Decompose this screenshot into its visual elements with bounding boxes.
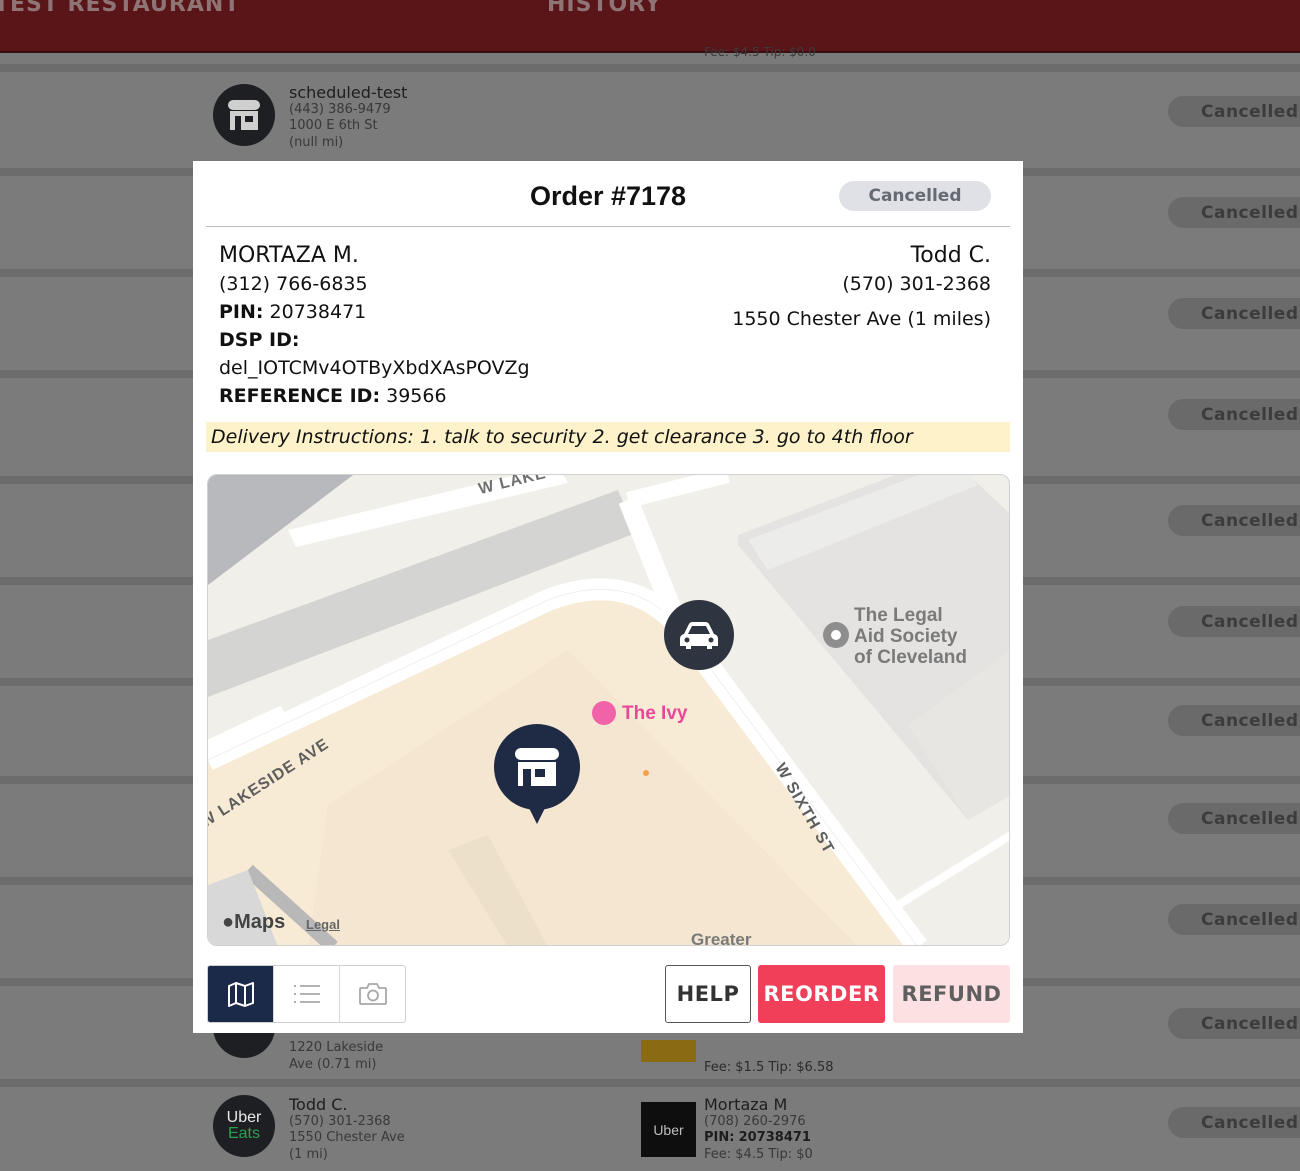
status-badge: Cancelled [1168, 298, 1300, 329]
uber-eats-logo: Uber Eats [213, 1095, 275, 1157]
provider-logo [641, 1040, 696, 1062]
driver-details: Mortaza M (708) 260-2976 PIN: 20738471 F… [704, 1095, 813, 1162]
store-marker-icon[interactable] [494, 724, 580, 824]
restaurant-title: TEST RESTAURANT [0, 0, 241, 17]
status-badge: Cancelled [1168, 1008, 1300, 1039]
map-label: Greater [691, 930, 752, 946]
dsp-id: del_IOTCMv4OTByXbdXAsPOVZg [219, 357, 530, 379]
dsp-id-label: DSP ID: [219, 329, 300, 351]
top-bar: TEST RESTAURANT HISTORY [0, 0, 1300, 53]
reference-id: REFERENCE ID: 39566 [219, 385, 447, 407]
status-badge: Cancelled [1168, 705, 1300, 736]
order-status-badge: Cancelled [839, 181, 991, 211]
camera-icon[interactable] [340, 966, 405, 1022]
customer-info: MORTAZA M. (312) 766-6835 PIN: 20738471 … [219, 242, 530, 410]
map-view[interactable]: W LAKE W LAKESIDE AVE W SIXTH ST The Ivy… [207, 474, 1010, 946]
status-badge: Cancelled [1168, 904, 1300, 935]
customer-phone[interactable]: (312) 766-6835 [219, 270, 530, 298]
status-badge: Cancelled [1168, 197, 1300, 228]
list-item-details: scheduled-test (443) 386-9479 1000 E 6th… [289, 83, 408, 150]
delivery-instructions: Delivery Instructions: 1. talk to securi… [206, 422, 1010, 452]
maps-logo: ●Maps [222, 911, 286, 933]
status-badge: Cancelled [1168, 1107, 1300, 1138]
divider [206, 226, 1010, 227]
list-item-details: 1220 Lakeside Ave (0.71 mi) [289, 1040, 384, 1072]
poi-label: The Ivy [622, 703, 688, 724]
status-badge: Cancelled [1168, 803, 1300, 834]
car-icon[interactable] [664, 600, 734, 670]
fees-text: Fee: $1.5 Tip: $6.58 [704, 1060, 834, 1075]
driver-name: Todd C. [910, 243, 991, 268]
poi-label: The Legal Aid Society of Cleveland [854, 605, 967, 668]
help-button[interactable]: HELP [665, 965, 751, 1023]
view-toggle [207, 965, 406, 1023]
partial-fees-text: Fee: $4.5 Tip: $0.0 [704, 45, 816, 59]
legal-link[interactable]: Legal [306, 917, 340, 932]
driver-info: Todd C. (570) 301-2368 1550 Chester Ave … [732, 242, 991, 333]
customer-name: MORTAZA M. [219, 243, 359, 268]
list-item[interactable]: Uber Eats Todd C. (570) 301-2368 1550 Ch… [0, 1079, 1300, 1171]
apple-icon: ● [222, 911, 235, 933]
store-icon [213, 84, 275, 146]
uber-logo: Uber [641, 1102, 696, 1157]
order-detail-modal: Order #7178 Cancelled MORTAZA M. (312) 7… [193, 161, 1023, 1033]
driver-phone[interactable]: (570) 301-2368 [732, 270, 991, 298]
status-badge: Cancelled [1168, 399, 1300, 430]
map-icon[interactable] [208, 966, 274, 1022]
list-icon[interactable] [274, 966, 340, 1022]
history-title: HISTORY [547, 0, 662, 17]
reorder-button[interactable]: REORDER [758, 965, 885, 1023]
list-item[interactable]: scheduled-test (443) 386-9479 1000 E 6th… [0, 64, 1300, 168]
driver-address: 1550 Chester Ave (1 miles) [732, 308, 991, 330]
status-badge: Cancelled [1168, 606, 1300, 637]
status-badge: Cancelled [1168, 96, 1300, 127]
refund-button[interactable]: REFUND [893, 965, 1010, 1023]
status-badge: Cancelled [1168, 505, 1300, 536]
customer-pin: PIN: 20738471 [219, 301, 367, 323]
customer-details: Todd C. (570) 301-2368 1550 Chester Ave … [289, 1095, 405, 1162]
